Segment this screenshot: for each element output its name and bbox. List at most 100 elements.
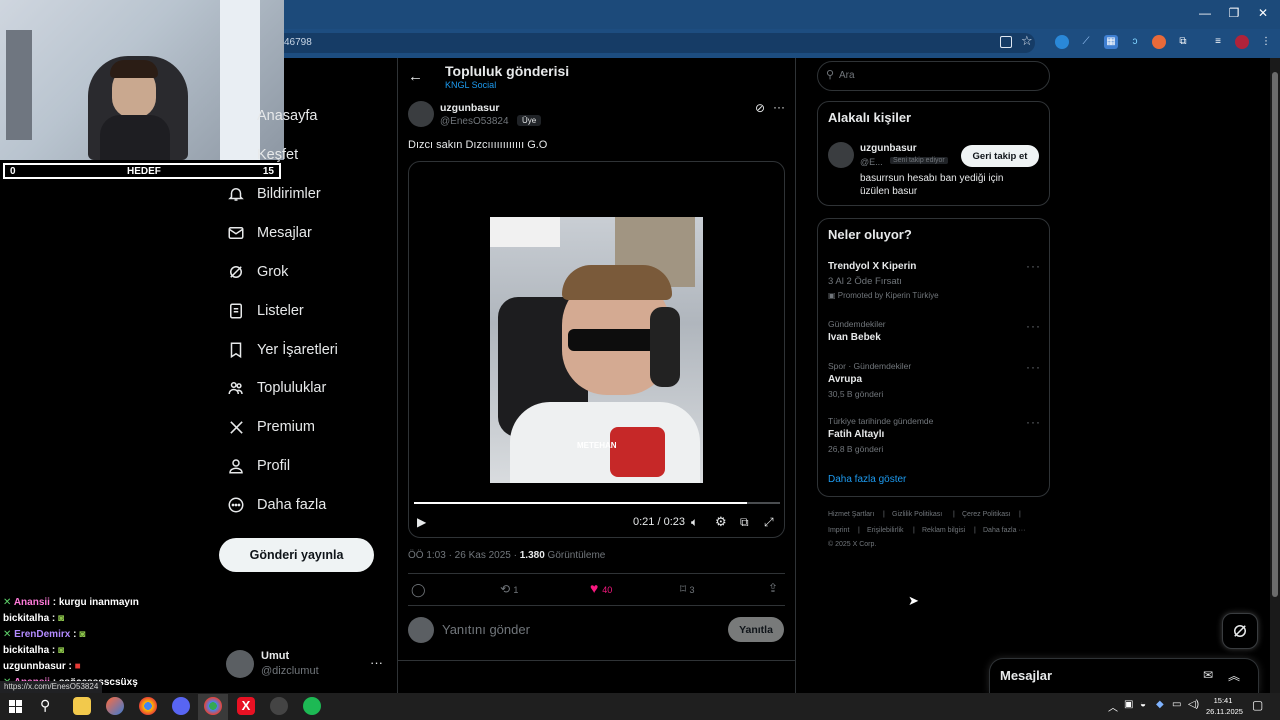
extension-icon[interactable] <box>1152 35 1166 49</box>
extension-icon[interactable]: ↄ <box>1128 35 1142 49</box>
footer-link[interactable]: Erişilebilirlik <box>867 527 904 534</box>
minimize-icon[interactable]: — <box>1195 6 1215 22</box>
like-count: 40 <box>602 585 613 595</box>
extension-icon[interactable] <box>1055 35 1069 49</box>
close-icon[interactable]: ✕ <box>1253 6 1273 22</box>
footer-link[interactable]: Imprint <box>828 527 849 534</box>
person-name[interactable]: uzgunbasur <box>860 143 917 154</box>
discord-icon[interactable] <box>172 697 190 715</box>
nav-grok[interactable]: Grok <box>226 259 288 285</box>
reply-button[interactable]: Yanıtla <box>728 617 784 642</box>
tray-icon[interactable]: ◆ <box>1156 699 1164 710</box>
footer-link[interactable]: Gizlilik Politikası <box>892 511 942 518</box>
restore-icon[interactable]: ❐ <box>1224 6 1244 22</box>
x-app-icon[interactable]: X <box>237 697 255 715</box>
reply-input[interactable]: Yanıtını gönder <box>442 622 530 637</box>
trend-more-icon[interactable]: ··· <box>1026 360 1041 374</box>
community-link[interactable]: KNGL Social <box>445 80 496 90</box>
file-explorer-icon[interactable] <box>73 697 91 715</box>
obs-icon[interactable] <box>270 697 288 715</box>
spotify-icon[interactable] <box>303 697 321 715</box>
x-badge-icon: ✕ <box>3 597 12 608</box>
back-arrow-icon[interactable]: ← <box>408 68 423 85</box>
bookmark-star-icon[interactable]: ☆ <box>1021 33 1033 49</box>
nav-premium[interactable]: Premium <box>226 414 315 440</box>
expand-icon[interactable]: ︽ <box>1228 667 1240 684</box>
follow-back-button[interactable]: Geri takip et <box>961 145 1039 167</box>
grok-icon[interactable]: ⊘ <box>755 101 765 115</box>
screen-icon[interactable] <box>1000 36 1012 48</box>
trend-title[interactable]: Ivan Bebek <box>828 332 881 343</box>
account-more-icon[interactable]: ··· <box>370 655 383 670</box>
reply-icon[interactable]: ◯ <box>411 582 426 598</box>
new-message-icon[interactable]: ✉ <box>1203 668 1213 682</box>
settings-icon[interactable]: ⚙ <box>715 514 727 530</box>
headset-icon[interactable]: ◒ <box>1140 699 1146 710</box>
chrome-icon[interactable] <box>204 697 222 715</box>
post-meta: ÖÖ 1:03 · 26 Kas 2025 · 1.380 Görüntülem… <box>408 550 605 561</box>
trend-more-icon[interactable]: ··· <box>1026 259 1041 273</box>
author-handle[interactable]: @EnesO53824 <box>440 116 509 127</box>
start-icon[interactable] <box>9 700 22 713</box>
retweet-button[interactable]: ⟲ 1 <box>500 582 518 596</box>
network-icon[interactable]: ▭ <box>1172 699 1181 710</box>
avatar[interactable] <box>226 650 254 678</box>
volume-icon[interactable]: ◁) <box>1188 699 1199 710</box>
nav-lists[interactable]: Listeler <box>226 298 304 324</box>
bookmark-button[interactable]: ⌑ 3 <box>680 582 695 596</box>
avatar[interactable] <box>828 142 854 168</box>
trend-title[interactable]: Fatih Altaylı <box>828 429 884 440</box>
trend-title[interactable]: Trendyol X Kiperin <box>828 261 916 272</box>
chat-user: uzgunnbasur <box>3 661 66 672</box>
share-icon[interactable]: ⇪ <box>768 581 778 595</box>
search-icon[interactable]: ⚲ <box>40 697 50 714</box>
footer-link[interactable]: Daha fazla ··· <box>983 527 1025 534</box>
member-badge: Üye <box>517 115 542 126</box>
kebab-menu-icon[interactable]: ⋮ <box>1259 35 1273 49</box>
puzzle-icon[interactable]: ⧉ <box>1176 35 1190 49</box>
nav-communities[interactable]: Topluluklar <box>226 375 326 401</box>
app-icon[interactable] <box>106 697 124 715</box>
reading-list-icon[interactable]: ≡ <box>1211 35 1225 49</box>
chat-message: ✕ ErenDemirx : ◙ <box>3 629 86 640</box>
volume-icon[interactable]: 🔈︎ <box>691 515 698 530</box>
trend-more-icon[interactable]: ··· <box>1026 415 1041 429</box>
pip-icon[interactable]: ⧉ <box>740 515 749 530</box>
promoted-label: ▣ Promoted by Kiperin Türkiye <box>828 291 939 300</box>
nav-notifications[interactable]: Bildirimler <box>226 181 321 207</box>
avatar[interactable] <box>408 101 434 127</box>
author-name[interactable]: uzgunbasur <box>440 102 500 114</box>
nav-messages[interactable]: Mesajlar <box>226 220 312 246</box>
fullscreen-icon[interactable]: ⤢ <box>764 515 774 530</box>
tray-chevron-icon[interactable]: ︿ <box>1108 699 1118 714</box>
footer-link[interactable]: Reklam bilgisi <box>922 527 965 534</box>
nav-more[interactable]: Daha fazla <box>226 492 326 518</box>
trend-title[interactable]: Avrupa <box>828 374 862 385</box>
nav-bookmarks[interactable]: Yer İşaretleri <box>226 337 338 363</box>
tray-icon[interactable]: ▣ <box>1124 699 1133 710</box>
account-name[interactable]: Umut <box>261 650 289 662</box>
avatar[interactable] <box>1235 35 1249 49</box>
nav-profile[interactable]: Profil <box>226 453 290 479</box>
nav-explore[interactable]: Keşfet <box>257 142 298 168</box>
show-more-link[interactable]: Daha fazla göster <box>828 474 906 485</box>
trend-more-icon[interactable]: ··· <box>1026 319 1041 333</box>
extension-icon[interactable]: ⟋ <box>1079 35 1093 49</box>
post-button[interactable]: Gönderi yayınla <box>219 538 374 572</box>
emote-icon: ◙ <box>58 613 65 624</box>
footer-link[interactable]: Hizmet Şartları <box>828 511 874 518</box>
notification-center-icon[interactable]: ▢ <box>1252 698 1263 712</box>
chrome-icon[interactable] <box>139 697 157 715</box>
footer-link[interactable]: Çerez Politikası <box>962 511 1011 518</box>
grok-float-button[interactable] <box>1222 613 1258 649</box>
nav-home[interactable]: Anasayfa <box>257 103 317 129</box>
extension-icon[interactable]: ▦ <box>1104 35 1118 49</box>
chat-text: kurgu inanmayın <box>58 597 139 608</box>
taskbar-clock[interactable]: 15:41 26.11.2025 <box>1206 695 1243 717</box>
like-button[interactable]: ♥ 40 <box>590 580 612 596</box>
play-icon[interactable]: ▶ <box>417 515 426 529</box>
scrollbar-thumb[interactable] <box>1272 72 1278 597</box>
chat-user: ErenDemirx <box>14 629 71 640</box>
post-more-icon[interactable]: ··· <box>773 100 785 114</box>
address-bar[interactable] <box>270 33 1035 53</box>
